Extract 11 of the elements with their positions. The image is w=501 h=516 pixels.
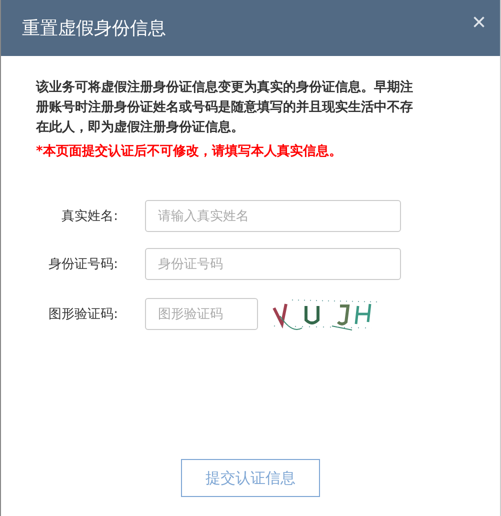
captcha-field[interactable]: 图形验证码 — [145, 298, 258, 330]
close-button[interactable]: × — [472, 11, 486, 35]
dialog-title: 重置虚假身份信息 — [22, 17, 166, 40]
submit-button[interactable]: 提交认证信息 — [181, 459, 320, 497]
input-field[interactable]: 身份证号码 — [145, 248, 401, 280]
warning-text: *本页面提交认证后不可修改，请填写本人真实信息。 — [36, 142, 343, 161]
field-label: 身份证号码: — [48, 256, 118, 273]
field-label: 图形验证码: — [48, 306, 118, 323]
input-field[interactable]: 请输入真实姓名 — [145, 200, 401, 232]
field-label: 真实姓名: — [60, 208, 118, 225]
intro-text: 该业务可将虚假注册身份证信息变更为真实的身份证信息。早期注册账号时注册身份证姓名或号码是随意填写的并且现实生活中不存在此人，即为虚假注册身份证信息。 — [36, 78, 414, 137]
